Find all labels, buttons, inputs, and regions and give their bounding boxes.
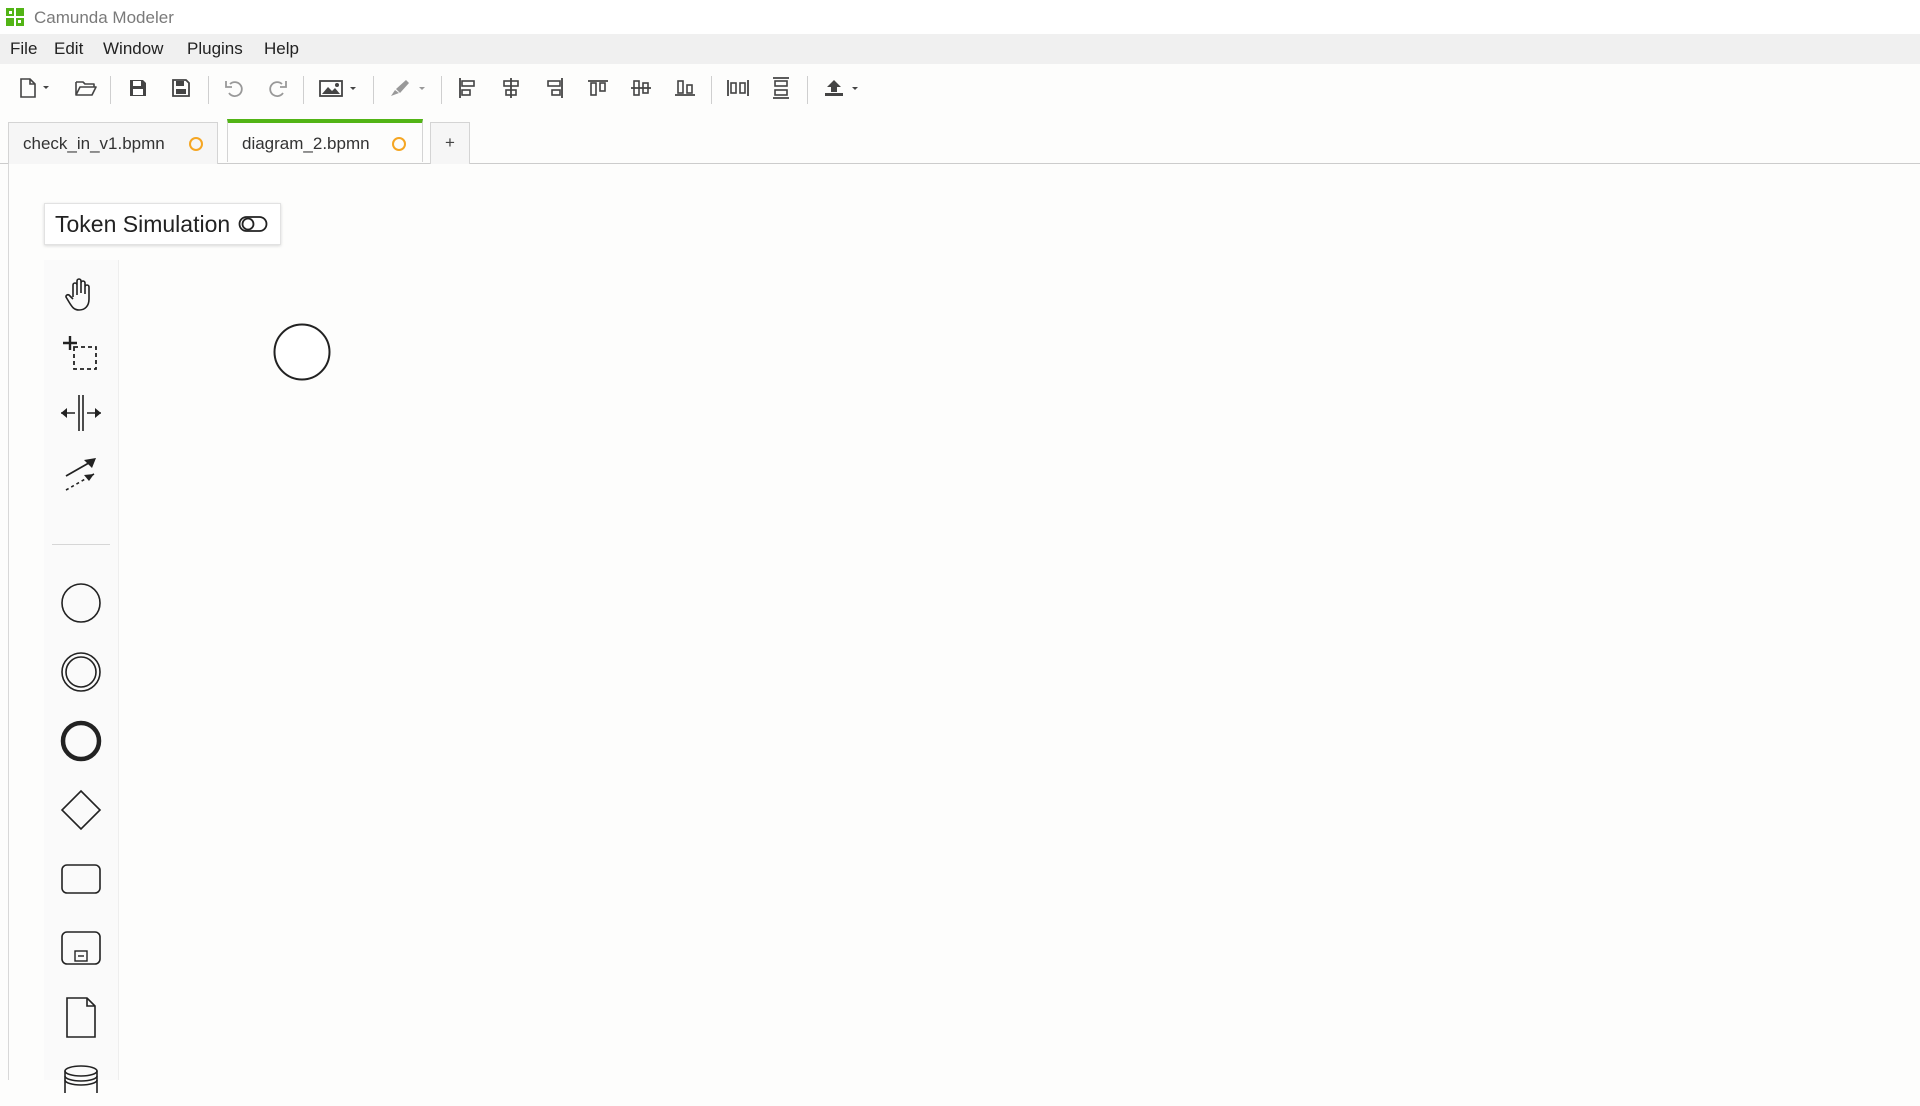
menu-file[interactable]: File — [10, 39, 37, 59]
color-brush-icon — [391, 80, 425, 96]
toolbar-separator — [441, 76, 442, 104]
align-left-icon — [459, 78, 475, 98]
set-color-button[interactable] — [386, 74, 430, 102]
toolbar-separator — [303, 76, 304, 104]
window-title: Camunda Modeler — [34, 8, 174, 27]
new-file-button[interactable] — [12, 74, 56, 102]
align-bottom-button[interactable] — [673, 74, 697, 102]
subprocess-icon — [61, 931, 101, 965]
lasso-tool[interactable] — [54, 326, 108, 380]
deploy-button[interactable] — [821, 74, 865, 102]
create-intermediate-event-tool[interactable] — [54, 645, 108, 699]
add-tab-button[interactable]: + — [430, 122, 470, 164]
distribute-horizontal-button[interactable] — [725, 74, 751, 102]
undo-icon — [225, 81, 243, 97]
toolbar-separator — [110, 76, 111, 104]
image-export-icon — [319, 80, 356, 97]
menu-help[interactable]: Help — [264, 39, 299, 59]
create-end-event-tool[interactable] — [54, 714, 108, 768]
gateway-icon — [60, 789, 102, 831]
start-event-icon — [61, 583, 101, 623]
token-simulation-label: Token Simulation — [55, 210, 231, 237]
camunda-logo-icon — [6, 8, 24, 26]
hand-tool-icon — [65, 278, 90, 311]
task-icon — [61, 864, 101, 894]
toggle-off-icon — [238, 216, 268, 232]
end-event-icon — [60, 720, 102, 762]
tool-palette — [44, 260, 119, 1093]
undo-button[interactable] — [222, 74, 248, 102]
distribute-vertical-button[interactable] — [769, 74, 793, 102]
distribute-vertical-icon — [773, 77, 789, 99]
global-connect-tool-icon — [65, 458, 96, 491]
create-task-tool[interactable] — [54, 852, 108, 906]
align-right-icon — [547, 78, 563, 98]
save-as-button[interactable] — [168, 74, 194, 102]
open-button[interactable] — [72, 74, 100, 102]
toolbar-separator — [711, 76, 712, 104]
align-center-icon — [503, 78, 519, 98]
tab-label: check_in_v1.bpmn — [23, 134, 165, 153]
tab-check-in-v1[interactable]: check_in_v1.bpmn — [8, 122, 218, 164]
menu-plugins[interactable]: Plugins — [187, 39, 243, 59]
save-button[interactable] — [125, 74, 151, 102]
new-file-icon — [20, 78, 49, 98]
title-bar: Camunda Modeler — [0, 0, 1920, 34]
toolbar — [0, 64, 1920, 112]
tab-label: diagram_2.bpmn — [242, 134, 370, 153]
create-data-store-tool[interactable] — [54, 1052, 108, 1106]
create-data-object-tool[interactable] — [54, 990, 108, 1044]
create-gateway-tool[interactable] — [54, 783, 108, 837]
diagram-canvas[interactable] — [8, 164, 1920, 1080]
hand-tool[interactable] — [54, 268, 108, 322]
redo-icon — [269, 81, 287, 97]
align-top-button[interactable] — [586, 74, 610, 102]
intermediate-event-icon — [61, 652, 101, 692]
redo-button[interactable] — [264, 74, 290, 102]
align-bottom-icon — [675, 80, 695, 96]
global-connect-tool[interactable] — [54, 446, 108, 500]
align-center-button[interactable] — [499, 74, 523, 102]
distribute-horizontal-icon — [727, 80, 749, 96]
unsaved-indicator-icon — [392, 137, 406, 151]
lasso-tool-icon — [63, 336, 97, 370]
toolbar-separator — [208, 76, 209, 104]
data-store-icon — [64, 1065, 98, 1093]
toolbar-separator — [807, 76, 808, 104]
menu-edit[interactable]: Edit — [54, 39, 83, 59]
create-start-event-tool[interactable] — [54, 576, 108, 630]
save-as-icon — [172, 79, 190, 97]
align-middle-icon — [631, 80, 651, 96]
toolbar-separator — [373, 76, 374, 104]
data-object-icon — [66, 997, 96, 1038]
tab-diagram-2[interactable]: diagram_2.bpmn — [227, 119, 423, 162]
export-image-button[interactable] — [317, 74, 361, 102]
menu-bar: File Edit Window Plugins Help — [0, 34, 1920, 64]
align-left-button[interactable] — [455, 74, 479, 102]
deploy-icon — [825, 80, 858, 96]
space-tool[interactable] — [54, 386, 108, 440]
token-simulation-toggle[interactable]: Token Simulation — [44, 203, 282, 245]
align-top-icon — [588, 80, 608, 96]
start-event-shape[interactable] — [272, 322, 332, 382]
align-middle-button[interactable] — [629, 74, 653, 102]
menu-window[interactable]: Window — [103, 39, 163, 59]
open-folder-icon — [75, 81, 97, 96]
save-icon — [130, 80, 146, 96]
align-right-button[interactable] — [543, 74, 567, 102]
space-tool-icon — [61, 395, 101, 431]
create-subprocess-tool[interactable] — [54, 921, 108, 975]
unsaved-indicator-icon — [189, 137, 203, 151]
palette-separator — [52, 544, 110, 545]
